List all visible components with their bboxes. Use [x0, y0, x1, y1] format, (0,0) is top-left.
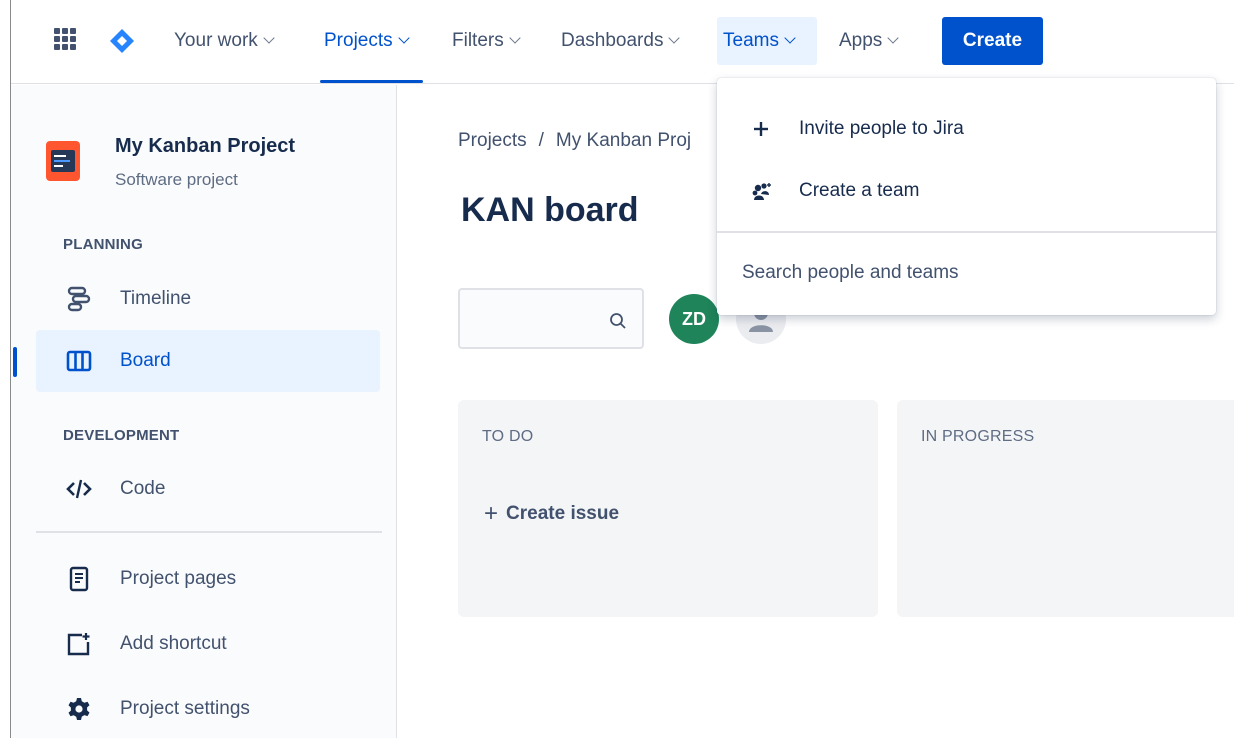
gear-icon [68, 698, 90, 720]
menu-item-invite-people[interactable]: Invite people to Jira [717, 98, 1216, 160]
project-avatar-icon[interactable] [46, 141, 80, 181]
board-column-in-progress: IN PROGRESS [897, 400, 1234, 617]
add-shortcut-icon [67, 633, 90, 656]
chevron-down-icon [784, 32, 796, 44]
sidebar-item-label: Project settings [120, 698, 250, 719]
breadcrumb-projects[interactable]: Projects [458, 130, 527, 151]
menu-divider [717, 231, 1216, 233]
top-navigation: Your work Projects Filters Dashboards Te… [11, 0, 1234, 84]
project-name[interactable]: My Kanban Project [115, 135, 295, 158]
nav-projects-label: Projects [324, 30, 393, 51]
sidebar-item-timeline[interactable]: Timeline [36, 268, 380, 330]
sidebar-item-label: Code [120, 478, 166, 499]
nav-teams-label: Teams [723, 30, 779, 51]
sidebar-item-label: Add shortcut [120, 633, 227, 654]
chevron-down-icon [668, 32, 681, 44]
sidebar-item-board[interactable]: Board [36, 330, 380, 392]
nav-dashboards[interactable]: Dashboards [555, 17, 684, 65]
selected-item-indicator [13, 347, 17, 377]
chevron-down-icon [509, 32, 521, 44]
search-icon [610, 313, 626, 329]
menu-item-label: Create a team [799, 180, 920, 201]
breadcrumb: Projects / My Kanban Proj [458, 130, 691, 152]
sidebar-item-project-settings[interactable]: Project settings [36, 678, 380, 738]
column-title: IN PROGRESS [921, 428, 1035, 445]
sidebar-divider [36, 531, 382, 533]
nav-apps[interactable]: Apps [833, 17, 903, 65]
board-search-input[interactable] [458, 288, 644, 349]
jira-logo-icon[interactable] [109, 28, 135, 54]
board-column-todo: TO DO + Create issue [458, 400, 878, 617]
nav-filters-label: Filters [452, 30, 504, 51]
timeline-icon [67, 286, 91, 312]
sidebar-item-code[interactable]: Code [36, 458, 380, 520]
chevron-down-icon [397, 32, 410, 44]
sidebar-item-label: Board [120, 350, 171, 371]
plus-icon [754, 122, 768, 136]
chevron-down-icon [887, 32, 899, 44]
app-window: Your work Projects Filters Dashboards Te… [10, 0, 1234, 738]
page-icon [69, 566, 89, 592]
nav-projects[interactable]: Projects [318, 17, 414, 65]
column-title: TO DO [482, 428, 534, 445]
active-nav-indicator [320, 80, 423, 83]
breadcrumb-project[interactable]: My Kanban Proj [556, 130, 691, 151]
menu-item-create-team[interactable]: Create a team [717, 160, 1216, 222]
page-title: KAN board [461, 191, 639, 229]
nav-your-work[interactable]: Your work [168, 17, 279, 65]
project-type: Software project [115, 170, 238, 189]
section-development: DEVELOPMENT [63, 427, 180, 444]
avatar[interactable]: ZD [669, 294, 719, 344]
nav-filters[interactable]: Filters [446, 17, 525, 65]
nav-teams[interactable]: Teams [717, 17, 817, 65]
menu-item-label: Invite people to Jira [799, 118, 964, 139]
sidebar-item-project-pages[interactable]: Project pages [36, 548, 380, 610]
app-switcher-icon[interactable] [54, 28, 76, 50]
chevron-down-icon [263, 32, 275, 44]
section-planning: PLANNING [63, 236, 143, 253]
teams-dropdown-menu: Invite people to Jira Create a team Sear… [717, 78, 1216, 315]
create-issue-button[interactable]: + Create issue [484, 498, 620, 527]
breadcrumb-separator: / [538, 130, 544, 151]
team-icon [752, 183, 771, 200]
sidebar-item-label: Timeline [120, 288, 192, 309]
create-button[interactable]: Create [942, 17, 1043, 65]
nav-your-work-label: Your work [174, 30, 258, 51]
plus-icon: + [484, 500, 499, 527]
create-issue-label: Create issue [506, 503, 620, 524]
nav-apps-label: Apps [839, 30, 883, 51]
code-icon [66, 479, 92, 499]
search-people-and-teams-link[interactable]: Search people and teams [742, 262, 959, 284]
sidebar-item-add-shortcut[interactable]: Add shortcut [36, 613, 380, 675]
sidebar-item-label: Project pages [120, 568, 237, 589]
project-sidebar: My Kanban Project Software project PLANN… [11, 85, 397, 738]
board-icon [66, 350, 92, 372]
nav-dashboards-label: Dashboards [561, 30, 664, 51]
